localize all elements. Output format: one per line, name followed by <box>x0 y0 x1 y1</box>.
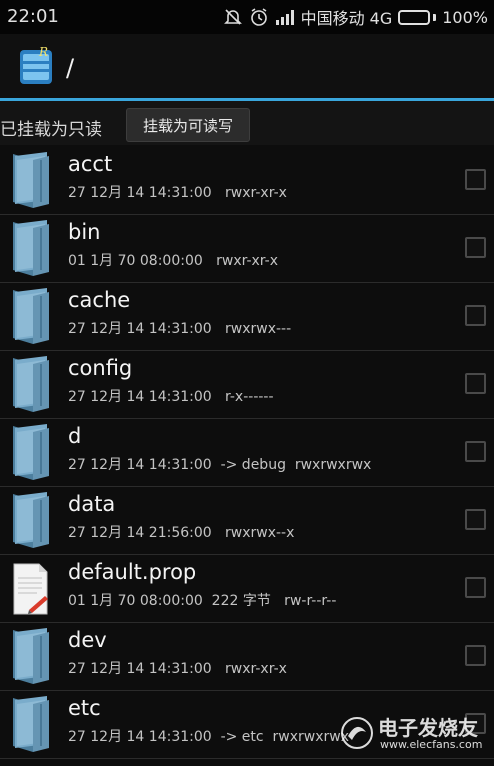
elecfans-logo-icon <box>341 717 373 749</box>
clock-icon <box>250 8 267 26</box>
title-bar: R / <box>0 34 494 98</box>
select-checkbox[interactable] <box>465 373 486 394</box>
mount-status-label: 已挂载为只读 <box>0 120 102 140</box>
mount-bar: 已挂载为只读 挂载为可读写 <box>0 101 494 145</box>
file-meta: 27 12月 14 14:31:00 r-x------ <box>68 389 274 405</box>
status-bar: 22:01 中国移动 4G 100% <box>0 0 494 34</box>
signal-icon <box>275 10 294 25</box>
folder-icon <box>13 220 49 276</box>
mount-read-write-button[interactable]: 挂载为可读写 <box>126 108 250 142</box>
file-name: dev <box>68 628 107 652</box>
file-meta: 01 1月 70 08:00:00 222 字节 rw-r--r-- <box>68 593 337 609</box>
select-checkbox[interactable] <box>465 441 486 462</box>
file-meta: 27 12月 14 14:31:00 rwxr-xr-x <box>68 185 287 201</box>
folder-icon <box>13 288 49 344</box>
file-meta: 27 12月 14 14:31:00 rwxr-xr-x <box>68 661 287 677</box>
folder-icon <box>13 696 49 752</box>
watermark-url: www.elecfans.com <box>380 738 483 751</box>
file-list: acct 27 12月 14 14:31:00 rwxr-xr-x bin 01 1… <box>0 147 494 759</box>
folder-icon <box>13 424 49 480</box>
file-row[interactable]: d 27 12月 14 14:31:00 -> debug rwxrwxrwx <box>0 419 494 487</box>
file-name: bin <box>68 220 101 244</box>
select-checkbox[interactable] <box>465 305 486 326</box>
battery-icon <box>398 9 437 25</box>
watermark: 电子发烧友 www.elecfans.com <box>338 712 488 756</box>
file-name: data <box>68 492 116 516</box>
file-name: acct <box>68 152 113 176</box>
file-name: config <box>68 356 133 380</box>
file-row[interactable]: cache 27 12月 14 14:31:00 rwxrwx--- <box>0 283 494 351</box>
file-row[interactable]: dev 27 12月 14 14:31:00 rwxr-xr-x <box>0 623 494 691</box>
file-row[interactable]: data 27 12月 14 21:56:00 rwxrwx--x <box>0 487 494 555</box>
status-icons: 中国移动 4G 100% <box>223 5 488 29</box>
file-meta: 27 12月 14 14:31:00 -> debug rwxrwxrwx <box>68 457 372 473</box>
select-checkbox[interactable] <box>465 237 486 258</box>
no-alarm-icon <box>223 9 242 25</box>
file-row[interactable]: config 27 12月 14 14:31:00 r-x------ <box>0 351 494 419</box>
file-name: d <box>68 424 82 448</box>
watermark-text: 电子发烧友 <box>378 716 478 740</box>
carrier-label: 中国移动 4G <box>300 9 393 28</box>
root-explorer-app-icon[interactable]: R <box>16 45 58 87</box>
file-name: default.prop <box>68 560 197 584</box>
battery-percent: 100% <box>442 7 488 27</box>
folder-icon <box>13 492 49 548</box>
current-path: / <box>66 54 75 82</box>
folder-icon <box>13 152 49 208</box>
file-meta: 01 1月 70 08:00:00 rwxr-xr-x <box>68 253 278 269</box>
file-meta: 27 12月 14 14:31:00 -> etc rwxrwxrwx <box>68 729 349 745</box>
select-checkbox[interactable] <box>465 169 486 190</box>
file-icon <box>13 563 48 615</box>
file-row[interactable]: bin 01 1月 70 08:00:00 rwxr-xr-x <box>0 215 494 283</box>
select-checkbox[interactable] <box>465 577 486 598</box>
file-meta: 27 12月 14 14:31:00 rwxrwx--- <box>68 321 292 337</box>
select-checkbox[interactable] <box>465 509 486 530</box>
select-checkbox[interactable] <box>465 645 486 666</box>
status-time: 22:01 <box>7 6 59 27</box>
folder-icon <box>13 356 49 412</box>
file-row[interactable]: default.prop 01 1月 70 08:00:00 222 字节 rw-… <box>0 555 494 623</box>
file-meta: 27 12月 14 21:56:00 rwxrwx--x <box>68 525 295 541</box>
file-name: etc <box>68 696 101 720</box>
folder-icon <box>13 628 49 684</box>
file-name: cache <box>68 288 131 312</box>
file-row[interactable]: acct 27 12月 14 14:31:00 rwxr-xr-x <box>0 147 494 215</box>
svg-text:R: R <box>38 45 48 59</box>
